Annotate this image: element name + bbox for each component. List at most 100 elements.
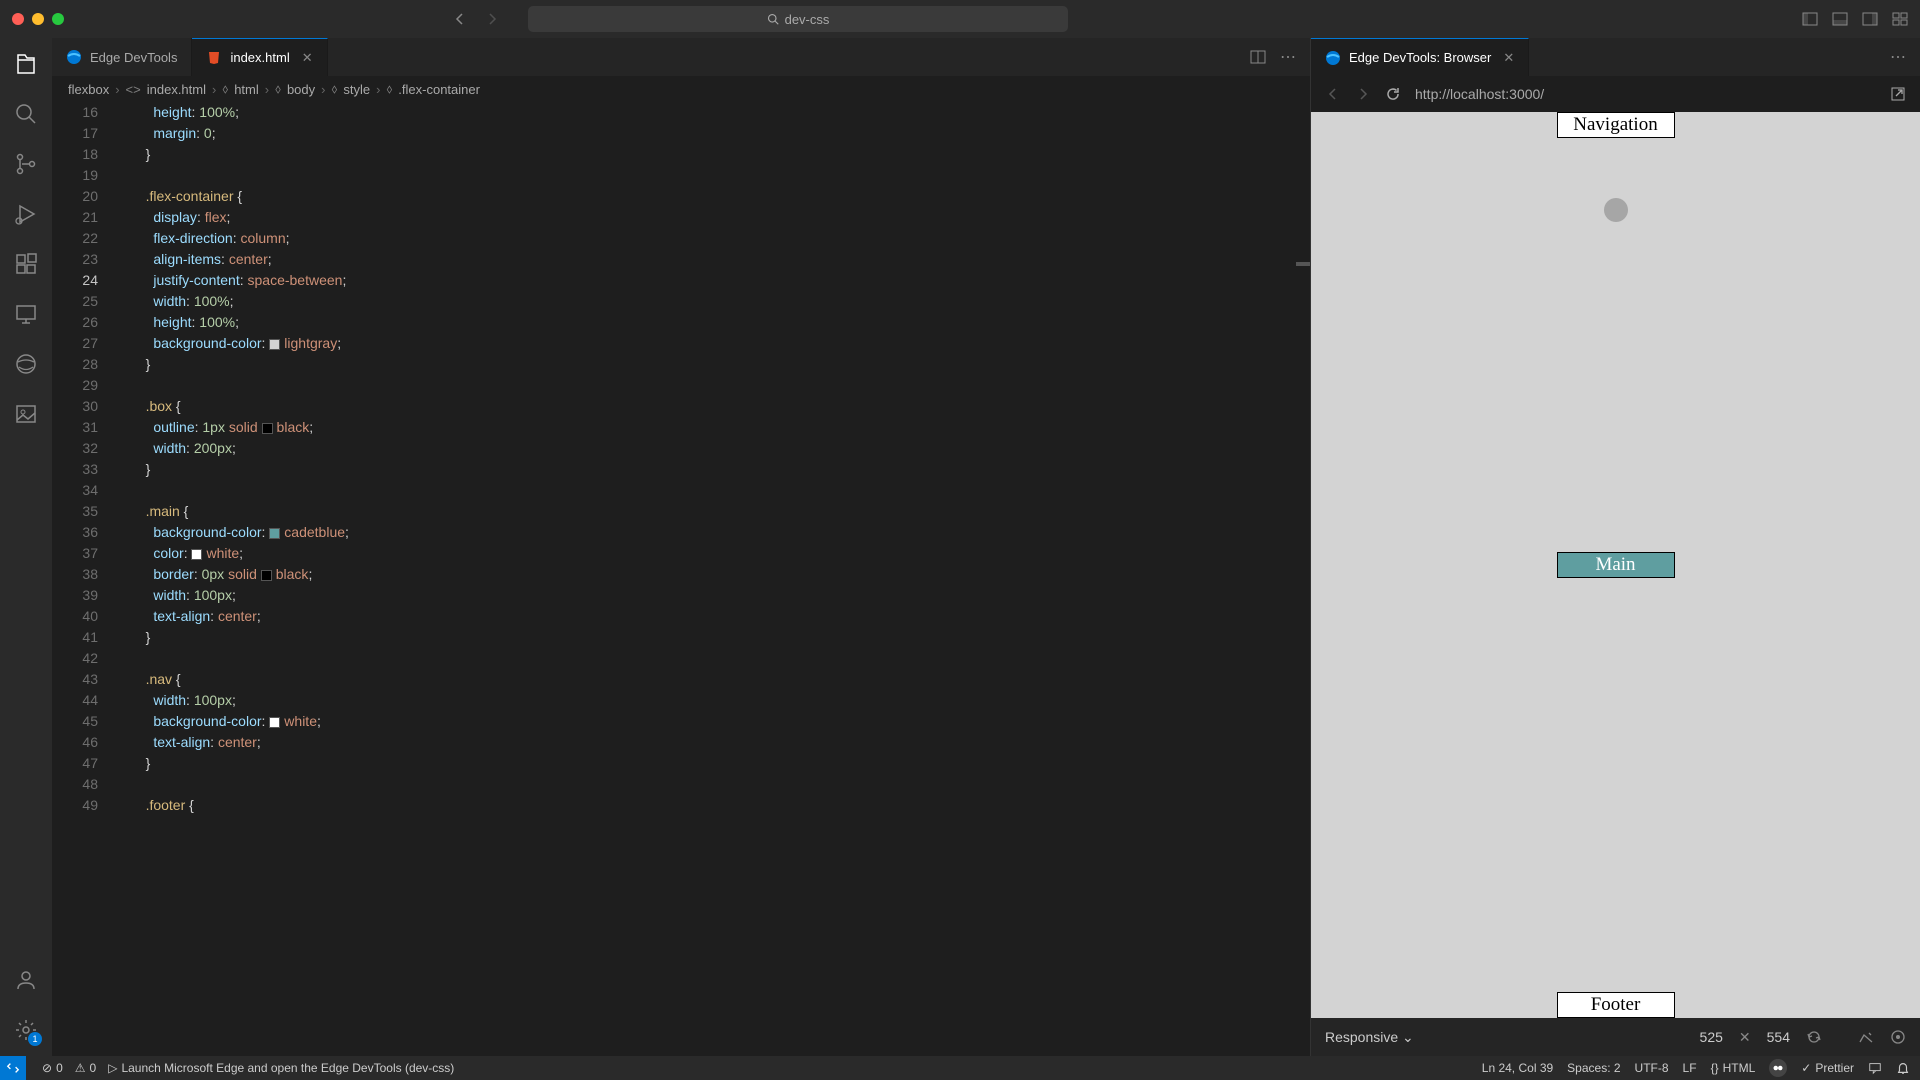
- browser-reload-button[interactable]: [1385, 86, 1401, 102]
- status-prettier[interactable]: ✓Prettier: [1801, 1061, 1854, 1075]
- status-errors[interactable]: ⊘0: [42, 1061, 63, 1075]
- code-editor[interactable]: 1617181920212223242526272829303132333435…: [52, 102, 1310, 1056]
- browser-panel: Edge DevTools: Browser ✕ ⋯ http://localh…: [1310, 38, 1920, 1056]
- code-content[interactable]: height: 100%; margin: 0; } .flex-contain…: [122, 102, 1310, 1056]
- code-icon: {}: [1711, 1061, 1719, 1075]
- maximize-window-button[interactable]: [52, 13, 64, 25]
- minimap-slider[interactable]: [1296, 262, 1310, 266]
- edge-devtools-icon[interactable]: [14, 352, 38, 376]
- device-toolbar: Responsive ⌄ 525 ✕ 554: [1311, 1018, 1920, 1056]
- editor-tabs: Edge DevTools index.html ✕ ⋯: [52, 38, 1310, 76]
- layout-customize-icon[interactable]: [1892, 11, 1908, 27]
- error-icon: ⊘: [42, 1061, 52, 1075]
- breadcrumb[interactable]: flexbox › <> index.html › ⬨ html › ⬨ bod…: [52, 76, 1310, 102]
- crumb-body[interactable]: body: [287, 82, 315, 97]
- nav-forward-button[interactable]: [484, 11, 500, 27]
- warning-icon: ⚠: [75, 1061, 86, 1075]
- search-icon[interactable]: [14, 102, 38, 126]
- settings-gear-icon[interactable]: [14, 1018, 38, 1042]
- symbol-icon: ⬨: [275, 81, 281, 97]
- bell-icon[interactable]: [1896, 1061, 1910, 1075]
- more-actions-icon[interactable]: ⋯: [1890, 47, 1906, 67]
- status-eol[interactable]: LF: [1683, 1061, 1697, 1075]
- chevron-down-icon: ⌄: [1402, 1029, 1414, 1045]
- chevron-right-icon: ›: [265, 82, 269, 97]
- layout-bottom-icon[interactable]: [1832, 11, 1848, 27]
- check-icon: ✓: [1801, 1061, 1811, 1075]
- preview-navigation-box: Navigation: [1557, 112, 1675, 138]
- touch-cursor-icon: [1604, 198, 1628, 222]
- chevron-right-icon: ›: [321, 82, 325, 97]
- image-icon[interactable]: [14, 402, 38, 426]
- more-actions-icon[interactable]: ⋯: [1280, 47, 1296, 67]
- crumb-selector[interactable]: .flex-container: [398, 82, 480, 97]
- remote-indicator[interactable]: [0, 1056, 26, 1080]
- tab-label: Edge DevTools: Browser: [1349, 50, 1491, 65]
- extensions-icon[interactable]: [14, 252, 38, 276]
- status-launch-edge[interactable]: ▷Launch Microsoft Edge and open the Edge…: [108, 1061, 454, 1075]
- open-external-icon[interactable]: [1890, 86, 1906, 102]
- tab-edge-browser[interactable]: Edge DevTools: Browser ✕: [1311, 38, 1529, 76]
- chevron-right-icon: ›: [212, 82, 216, 97]
- nav-arrows: [452, 11, 500, 27]
- title-right-icons: [1802, 11, 1908, 27]
- dimension-separator: ✕: [1739, 1029, 1751, 1046]
- run-debug-icon[interactable]: [14, 202, 38, 226]
- line-gutter: 1617181920212223242526272829303132333435…: [52, 102, 122, 1056]
- split-editor-icon[interactable]: [1250, 49, 1266, 65]
- tab-index-html[interactable]: index.html ✕: [192, 38, 327, 76]
- status-encoding[interactable]: UTF-8: [1635, 1061, 1669, 1075]
- minimize-window-button[interactable]: [32, 13, 44, 25]
- crumb-style[interactable]: style: [343, 82, 370, 97]
- status-bar: ⊘0 ⚠0 ▷Launch Microsoft Edge and open th…: [0, 1056, 1920, 1080]
- edge-icon: [1325, 50, 1341, 66]
- browser-toolbar: http://localhost:3000/: [1311, 76, 1920, 112]
- titlebar: dev-css: [0, 0, 1920, 38]
- symbol-icon: ⬨: [222, 81, 228, 97]
- close-icon[interactable]: ✕: [302, 50, 313, 66]
- edge-icon: [66, 49, 82, 65]
- browser-viewport[interactable]: Navigation Main Footer: [1311, 112, 1920, 1018]
- close-icon[interactable]: ✕: [1503, 50, 1514, 66]
- status-warnings[interactable]: ⚠0: [75, 1061, 96, 1075]
- browser-url[interactable]: http://localhost:3000/: [1415, 86, 1876, 102]
- explorer-icon[interactable]: [14, 52, 38, 76]
- layout-right-icon[interactable]: [1862, 11, 1878, 27]
- preview-main-box: Main: [1557, 552, 1675, 578]
- tab-label: Edge DevTools: [90, 50, 177, 65]
- browser-back-button[interactable]: [1325, 86, 1341, 102]
- tab-edge-devtools[interactable]: Edge DevTools: [52, 38, 192, 76]
- copilot-icon[interactable]: [1769, 1059, 1787, 1077]
- status-language[interactable]: {}HTML: [1711, 1061, 1756, 1075]
- search-icon: [767, 13, 779, 25]
- traffic-lights: [12, 13, 64, 25]
- command-center-search[interactable]: dev-css: [528, 6, 1068, 32]
- device-height[interactable]: 554: [1767, 1029, 1790, 1046]
- browser-forward-button[interactable]: [1355, 86, 1371, 102]
- symbol-icon: ⬨: [332, 81, 338, 97]
- screenshot-icon[interactable]: [1858, 1029, 1874, 1046]
- remote-explorer-icon[interactable]: [14, 302, 38, 326]
- accounts-icon[interactable]: [14, 968, 38, 992]
- tab-label: index.html: [230, 50, 289, 65]
- nav-back-button[interactable]: [452, 11, 468, 27]
- crumb-file[interactable]: index.html: [147, 82, 206, 97]
- crumb-project[interactable]: flexbox: [68, 82, 109, 97]
- html-file-icon: [206, 50, 222, 66]
- status-cursor-position[interactable]: Ln 24, Col 39: [1482, 1061, 1553, 1075]
- feedback-icon[interactable]: [1868, 1061, 1882, 1075]
- close-window-button[interactable]: [12, 13, 24, 25]
- status-indentation[interactable]: Spaces: 2: [1567, 1061, 1620, 1075]
- chevron-right-icon: ›: [115, 82, 119, 97]
- inspect-icon[interactable]: [1890, 1029, 1906, 1046]
- device-mode-select[interactable]: Responsive ⌄: [1325, 1029, 1414, 1046]
- preview-footer-box: Footer: [1557, 992, 1675, 1018]
- symbol-icon: ⬨: [386, 81, 392, 97]
- layout-left-icon[interactable]: [1802, 11, 1818, 27]
- editor-group: Edge DevTools index.html ✕ ⋯ flexbox › <…: [52, 38, 1310, 1056]
- crumb-html[interactable]: html: [234, 82, 259, 97]
- device-width[interactable]: 525: [1700, 1029, 1723, 1046]
- rotate-icon[interactable]: [1806, 1029, 1822, 1046]
- browser-tabs: Edge DevTools: Browser ✕ ⋯: [1311, 38, 1920, 76]
- source-control-icon[interactable]: [14, 152, 38, 176]
